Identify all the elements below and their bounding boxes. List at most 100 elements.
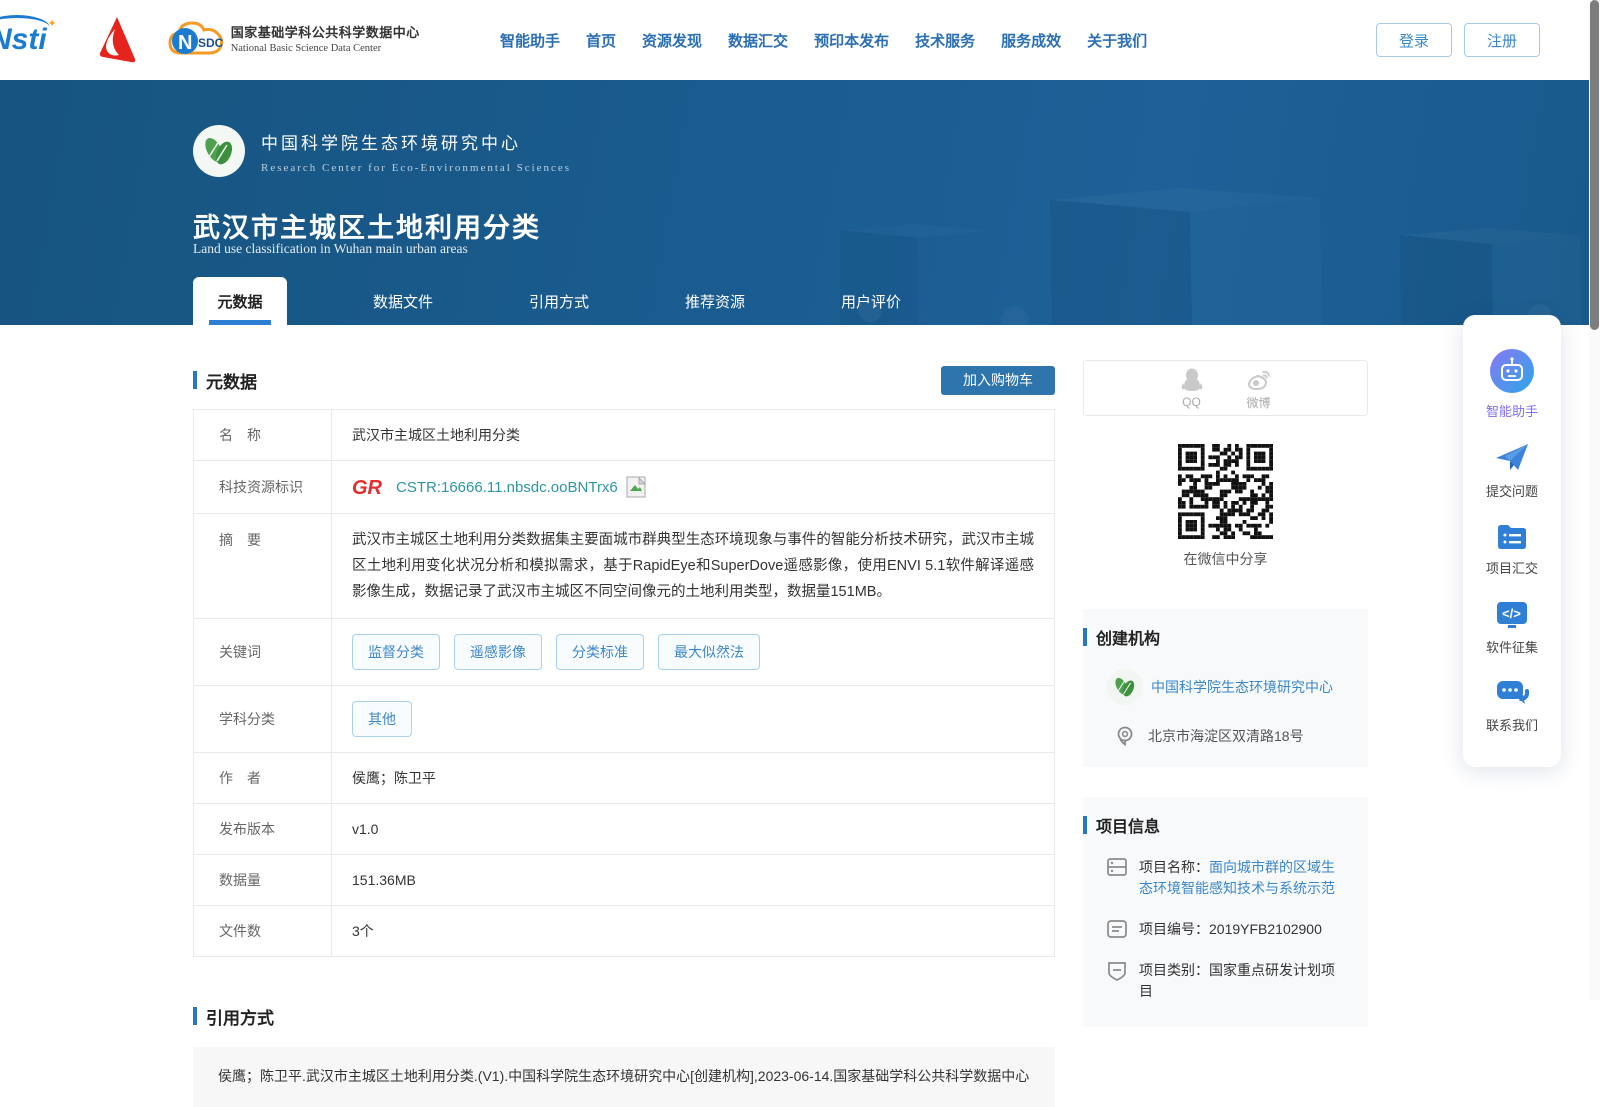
svg-text:</>: </>: [1502, 606, 1521, 621]
nsti-logo: Nsti✦: [0, 15, 61, 57]
creator-section-title: 创建机构: [1083, 625, 1368, 649]
main-nav: 智能助手 首页 资源发现 数据汇交 预印本发布 技术服务 服务成效 关于我们: [500, 0, 1147, 80]
share-weibo[interactable]: 微博: [1246, 366, 1272, 411]
floating-tools-panel: 智能助手 提交问题 项目汇交 </> 软件征集 联系我们: [1463, 315, 1561, 767]
keyword-tag[interactable]: 分类标准: [556, 634, 644, 670]
chat-bubbles-icon: [1496, 681, 1529, 705]
float-software-collection[interactable]: </> 软件征集: [1486, 600, 1538, 656]
nbsdc-name-en: National Basic Science Data Center: [230, 42, 382, 54]
float-project-submission[interactable]: 项目汇交: [1486, 523, 1538, 577]
metadata-table: 名 称 武汉市主城区土地利用分类 科技资源标识 GR CSTR:16666.11…: [193, 409, 1055, 957]
float-submit-question[interactable]: 提交问题: [1486, 442, 1538, 500]
dataset-title: 武汉市主城区土地利用分类: [193, 213, 541, 243]
register-button[interactable]: 注册: [1464, 23, 1540, 57]
add-to-cart-button[interactable]: 加入购物车: [941, 365, 1055, 395]
right-sidebar: QQ 微博 在微信中分享 创建机构 中国科学院生态环境研究中心 北京市海淀区双清…: [1083, 325, 1368, 1027]
nav-service-results[interactable]: 服务成效: [1001, 30, 1061, 51]
keyword-tag[interactable]: 遥感影像: [454, 634, 542, 670]
metadata-section-title: 元数据: [193, 368, 257, 393]
logo-cluster: Nsti✦ N SDC 国家基础学科公共科学数据中心 National Basi…: [0, 14, 420, 66]
project-card-icon: [1107, 858, 1127, 876]
paper-plane-icon: [1495, 444, 1528, 471]
nav-about-us[interactable]: 关于我们: [1087, 30, 1147, 51]
project-section-title: 项目信息: [1083, 813, 1368, 837]
project-doc-icon: [1107, 920, 1127, 938]
project-code-value: 2019YFB2102900: [1209, 921, 1322, 937]
nav-home[interactable]: 首页: [586, 30, 616, 51]
table-row-keywords: 关键词 监督分类 遥感影像 分类标准 最大似然法: [194, 619, 1054, 686]
table-row-name: 名 称 武汉市主城区土地利用分类: [194, 410, 1054, 461]
project-info-box: 项目信息 项目名称：面向城市群的区域生态环境智能感知技术与系统示范 项目编号：2…: [1083, 797, 1368, 1027]
share-box: QQ 微博: [1083, 360, 1368, 416]
wechat-share-qr-code: [1178, 444, 1273, 539]
keyword-tag[interactable]: 最大似然法: [658, 634, 760, 670]
citation-text: 侯鹰；陈卫平.武汉市主城区土地利用分类.(V1).中国科学院生态环境研究中心[创…: [193, 1047, 1055, 1107]
tab-metadata[interactable]: 元数据: [193, 277, 287, 325]
project-type-label: 项目类别：: [1139, 962, 1209, 978]
banner-cubes-decoration: [840, 200, 1552, 325]
project-shield-icon: [1108, 962, 1126, 981]
table-row-version: 发布版本 v1.0: [194, 804, 1054, 855]
nbsdc-name-cn: 国家基础学科公共科学数据中心: [230, 25, 420, 41]
share-qq[interactable]: QQ: [1180, 367, 1204, 409]
code-monitor-icon: </>: [1496, 601, 1527, 628]
project-name-label: 项目名称：: [1139, 859, 1209, 875]
org-header: 中国科学院生态环境研究中心 Research Center for Eco-En…: [193, 125, 571, 177]
project-code-label: 项目编号：: [1139, 921, 1209, 937]
creator-address: 北京市海淀区双清路18号: [1148, 728, 1304, 744]
table-row-author: 作 者 侯鹰；陈卫平: [194, 753, 1054, 804]
nav-preprint[interactable]: 预印本发布: [814, 30, 889, 51]
table-row-subject: 学科分类 其他: [194, 686, 1054, 753]
scrollbar-thumb[interactable]: [1590, 0, 1599, 330]
org-name-cn: 中国科学院生态环境研究中心: [261, 133, 521, 153]
casdc-red-logo: [99, 17, 135, 63]
section-accent-bar: [193, 371, 197, 389]
table-row-size: 数据量 151.36MB: [194, 855, 1054, 906]
org-leaf-logo: [193, 125, 245, 177]
project-type-row: 项目类别：国家重点研发计划项目: [1107, 960, 1344, 1002]
qq-icon: [1181, 368, 1202, 391]
location-pin-icon: [1117, 726, 1133, 747]
table-row-abstract: 摘 要 武汉市主城区土地利用分类数据集主要面城市群典型生态环境现象与事件的智能分…: [194, 514, 1054, 619]
table-row-cstr: 科技资源标识 GR CSTR:16666.11.nbsdc.ooBNTrx6: [194, 461, 1054, 514]
auth-buttons: 登录 注册: [1376, 23, 1540, 57]
page-scrollbar: [1589, 0, 1600, 1000]
metadata-panel: 元数据 加入购物车 名 称 武汉市主城区土地利用分类 科技资源标识 GR CST…: [193, 325, 1055, 1107]
copy-identifier-icon[interactable]: [626, 476, 646, 498]
tab-citation[interactable]: 引用方式: [481, 277, 637, 325]
cstr-identifier-link[interactable]: CSTR:16666.11.nbsdc.ooBNTrx6: [396, 479, 618, 496]
folder-list-icon: [1497, 524, 1526, 549]
citation-section-title: 引用方式: [193, 1004, 274, 1029]
org-name-en: Research Center for Eco-Environmental Sc…: [261, 161, 572, 174]
tab-reviews[interactable]: 用户评价: [793, 277, 949, 325]
cstr-logo-icon: GR: [352, 477, 383, 498]
nav-resource-discovery[interactable]: 资源发现: [642, 30, 702, 51]
creator-org-link[interactable]: 中国科学院生态环境研究中心: [1151, 669, 1333, 705]
subject-tag[interactable]: 其他: [352, 701, 412, 737]
hero-banner: 中国科学院生态环境研究中心 Research Center for Eco-En…: [0, 80, 1600, 325]
keyword-tag[interactable]: 监督分类: [352, 634, 440, 670]
weibo-icon: [1247, 370, 1270, 390]
robot-icon: [1489, 348, 1534, 393]
float-contact-us[interactable]: 联系我们: [1486, 678, 1538, 734]
login-button[interactable]: 登录: [1376, 23, 1452, 57]
nbsdc-logo: N SDC 国家基础学科公共科学数据中心 National Basic Scie…: [167, 19, 420, 61]
svg-text:SDC: SDC: [198, 36, 224, 50]
nav-tech-service[interactable]: 技术服务: [915, 30, 975, 51]
table-row-filecount: 文件数 3个: [194, 906, 1054, 956]
project-name-row: 项目名称：面向城市群的区域生态环境智能感知技术与系统示范: [1107, 857, 1344, 899]
qr-caption: 在微信中分享: [1183, 551, 1268, 567]
nav-ai-assistant[interactable]: 智能助手: [500, 30, 560, 51]
nav-data-submission[interactable]: 数据汇交: [728, 30, 788, 51]
float-ai-assistant[interactable]: 智能助手: [1486, 348, 1538, 420]
top-header: Nsti✦ N SDC 国家基础学科公共科学数据中心 National Basi…: [0, 0, 1600, 80]
tab-data-files[interactable]: 数据文件: [325, 277, 481, 325]
svg-text:N: N: [178, 32, 192, 54]
tab-recommended[interactable]: 推荐资源: [637, 277, 793, 325]
creator-leaf-logo: [1107, 669, 1143, 705]
dataset-tabs: 元数据 数据文件 引用方式 推荐资源 用户评价: [193, 277, 949, 325]
svg-text:GR: GR: [352, 477, 383, 498]
dataset-subtitle: Land use classification in Wuhan main ur…: [193, 241, 468, 256]
project-code-row: 项目编号：2019YFB2102900: [1107, 919, 1344, 940]
creator-box: 创建机构 中国科学院生态环境研究中心 北京市海淀区双清路18号: [1083, 609, 1368, 767]
